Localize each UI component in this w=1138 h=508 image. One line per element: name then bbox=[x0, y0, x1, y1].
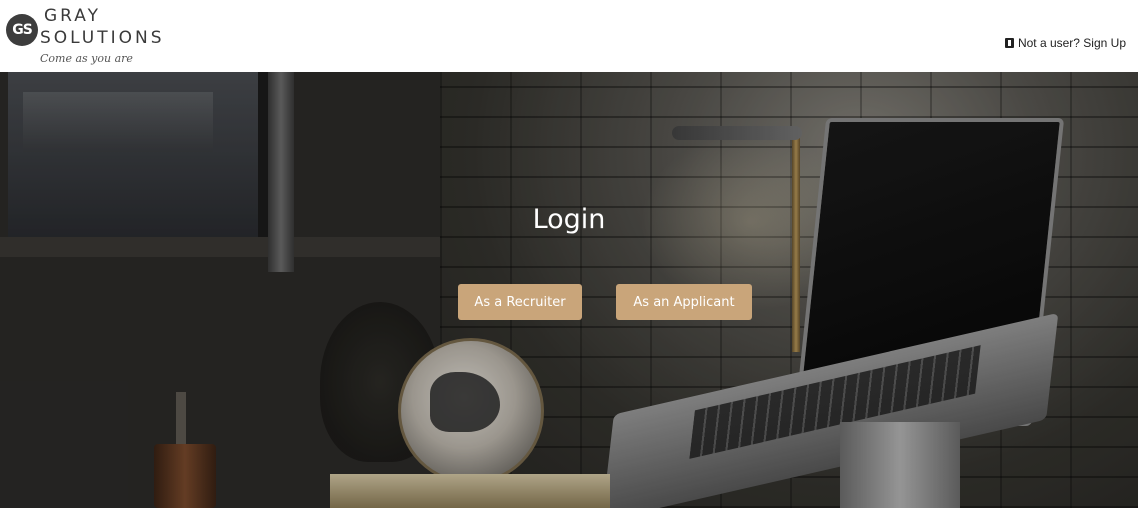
login-title: Login bbox=[532, 204, 606, 235]
logo-tagline: Come as you are bbox=[40, 52, 133, 65]
signup-link-label: Not a user? Sign Up bbox=[1017, 36, 1126, 50]
signup-link[interactable]: Not a user? Sign Up bbox=[1004, 36, 1126, 50]
logo-text-line1: GRAY bbox=[44, 6, 101, 26]
logo-text-line2: SOLUTIONS bbox=[40, 28, 165, 48]
site-header: GS GRAY SOLUTIONS Come as you are Not a … bbox=[0, 0, 1138, 72]
logo-badge: GS bbox=[6, 14, 38, 46]
user-icon bbox=[1004, 38, 1014, 48]
hero-banner: Login As a Recruiter As an Applicant bbox=[0, 72, 1138, 508]
brand-logo[interactable]: GS GRAY SOLUTIONS Come as you are bbox=[6, 4, 206, 68]
recruiter-login-button[interactable]: As a Recruiter bbox=[458, 284, 582, 320]
applicant-login-button[interactable]: As an Applicant bbox=[616, 284, 752, 320]
